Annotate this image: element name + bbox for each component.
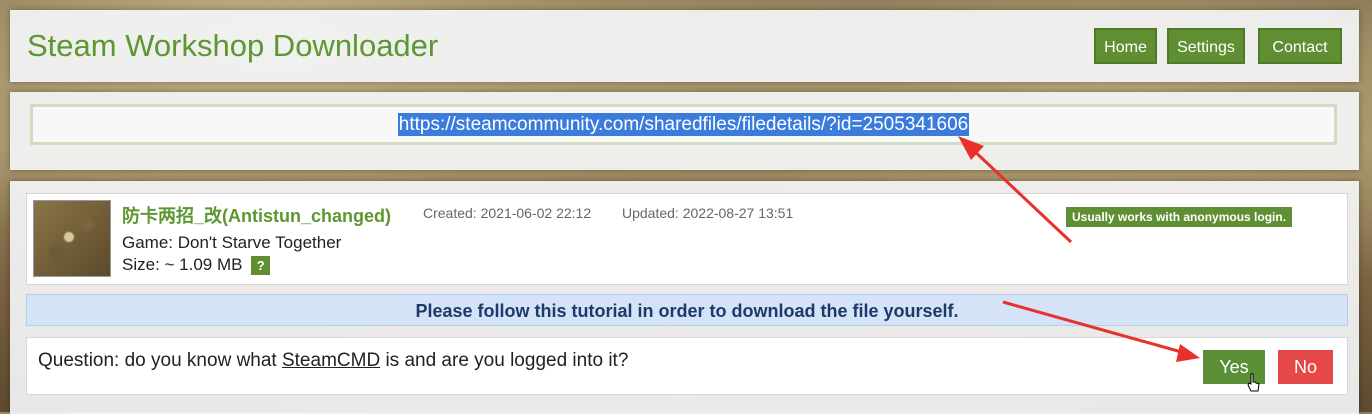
file-thumbnail[interactable] <box>33 200 111 277</box>
result-panel: 防卡两招_改(Antistun_changed) Created: 2021-0… <box>10 181 1359 414</box>
site-title[interactable]: Steam Workshop Downloader <box>27 28 438 64</box>
steamcmd-link[interactable]: SteamCMD <box>282 350 380 371</box>
nav-contact-button[interactable]: Contact <box>1258 28 1342 64</box>
updated-date: Updated: 2022-08-27 13:51 <box>622 205 794 221</box>
question-text: Question: do you know what SteamCMD is a… <box>38 350 628 372</box>
game-label: Game: Don't Starve Together <box>122 233 342 252</box>
question-suffix: is and are you logged into it? <box>380 350 629 371</box>
file-title[interactable]: 防卡两招_改(Antistun_changed) <box>122 202 391 228</box>
created-date: Created: 2021-06-02 22:12 <box>423 205 592 221</box>
nav-settings-button[interactable]: Settings <box>1167 28 1245 64</box>
question-card: Question: do you know what SteamCMD is a… <box>26 337 1348 395</box>
url-panel: https://steamcommunity.com/sharedfiles/f… <box>10 92 1359 170</box>
no-button[interactable]: No <box>1278 350 1333 384</box>
url-input[interactable]: https://steamcommunity.com/sharedfiles/f… <box>30 104 1337 145</box>
size-label: Size: ~ 1.09 MB <box>122 255 243 274</box>
nav-home-button[interactable]: Home <box>1094 28 1157 64</box>
url-input-value[interactable]: https://steamcommunity.com/sharedfiles/f… <box>397 113 970 136</box>
tutorial-banner[interactable]: Please follow this tutorial in order to … <box>26 294 1348 326</box>
file-card: 防卡两招_改(Antistun_changed) Created: 2021-0… <box>26 193 1348 285</box>
size-help-button[interactable]: ? <box>251 256 271 276</box>
anonymous-login-badge: Usually works with anonymous login. <box>1066 207 1293 227</box>
size-row: Size: ~ 1.09 MB ? <box>122 255 271 276</box>
question-prefix: Question: do you know what <box>38 350 282 371</box>
header-bar: Steam Workshop Downloader Home Settings … <box>10 10 1359 82</box>
hand-pointer-icon <box>1247 373 1260 392</box>
